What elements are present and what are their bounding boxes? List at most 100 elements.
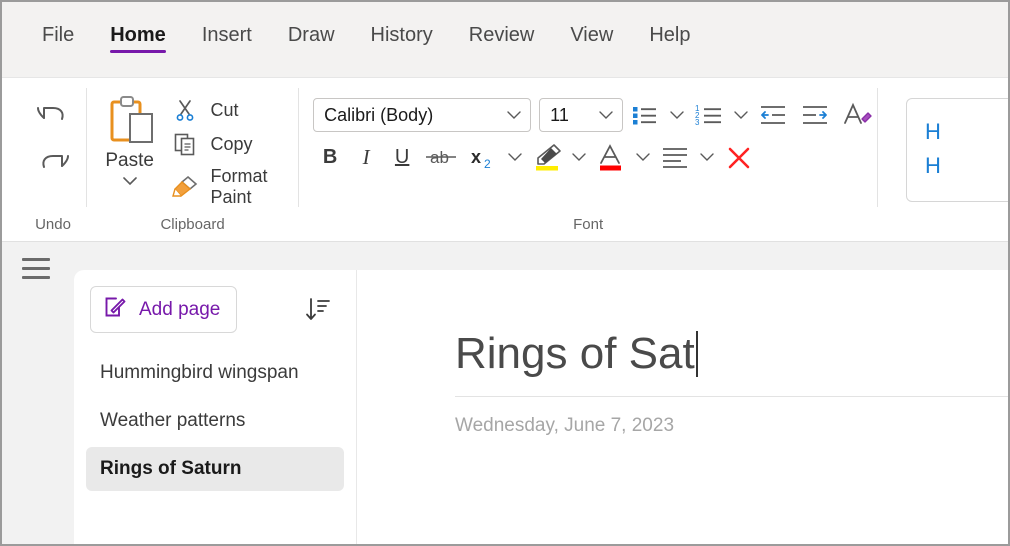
cut-button[interactable]: Cut <box>172 98 298 122</box>
group-label-clipboard: Clipboard <box>160 216 225 233</box>
edit-page-icon <box>103 295 127 324</box>
copy-button[interactable]: Copy <box>172 132 298 156</box>
style-item-heading2[interactable]: H <box>925 149 1008 183</box>
increase-indent-icon <box>803 106 828 124</box>
style-item-heading1[interactable]: H <box>925 115 1008 149</box>
chevron-down-icon <box>734 111 748 119</box>
chevron-down-icon <box>122 177 137 186</box>
align-button[interactable] <box>655 140 695 174</box>
tab-view[interactable]: View <box>552 2 631 55</box>
page-list-item-weather-patterns[interactable]: Weather patterns <box>86 399 344 443</box>
numbered-list-button[interactable]: 1 2 3 <box>689 98 729 132</box>
subscript-dropdown[interactable] <box>505 140 525 174</box>
chevron-down-icon <box>508 153 522 161</box>
workspace: Add page Hummingbird wingspan Weather pa… <box>2 242 1008 544</box>
tab-label: Home <box>110 24 166 46</box>
sort-descending-icon <box>306 297 330 320</box>
redo-button[interactable] <box>32 142 74 184</box>
highlight-button[interactable] <box>527 140 567 174</box>
tab-label: View <box>570 24 614 46</box>
hamburger-icon-line <box>22 276 50 279</box>
sort-pages-button[interactable] <box>300 292 336 328</box>
decrease-indent-icon <box>761 106 786 124</box>
hamburger-icon-line <box>22 258 50 261</box>
tab-help[interactable]: Help <box>631 2 708 55</box>
navigation-menu-button[interactable] <box>22 258 50 279</box>
note-date: Wednesday, June 7, 2023 <box>455 415 675 437</box>
tab-label: File <box>42 24 75 46</box>
tab-history[interactable]: History <box>353 2 451 55</box>
align-left-icon <box>663 148 688 168</box>
page-list-header: Add page <box>86 286 344 333</box>
copy-icon <box>172 132 198 156</box>
tab-label: Insert <box>201 24 252 46</box>
bold-button[interactable]: B <box>313 140 347 174</box>
note-canvas[interactable]: Rings of Sat Wednesday, June 7, 2023 <box>357 270 1008 544</box>
undo-icon <box>36 107 64 120</box>
ribbon-group-undo: Undo <box>20 78 86 241</box>
font-color-icon <box>600 144 622 171</box>
chevron-down-icon <box>598 110 622 120</box>
clear-formatting-icon <box>844 102 872 124</box>
chevron-down-icon <box>670 111 684 119</box>
page-list-item-rings-of-saturn[interactable]: Rings of Saturn <box>86 447 344 491</box>
subscript-icon: x 2 <box>471 147 491 170</box>
ribbon-group-styles: H H <box>888 78 1008 241</box>
ribbon-tabbar: File Home Insert Draw History Review Vie… <box>2 2 1008 77</box>
format-painter-label: Format Paint <box>210 166 268 207</box>
ribbon-body: Undo Paste Cut Copy Format Paint Clipboa… <box>2 77 1008 242</box>
numbered-list-dropdown[interactable] <box>731 98 751 132</box>
font-color-button[interactable] <box>591 140 631 174</box>
scissors-icon <box>172 98 198 122</box>
tab-file[interactable]: File <box>24 2 92 55</box>
font-name-select[interactable]: Calibri (Body) <box>313 98 532 132</box>
paste-dropdown[interactable] <box>120 174 140 193</box>
add-page-button[interactable]: Add page <box>90 286 238 333</box>
styles-gallery[interactable]: H H <box>906 98 1008 202</box>
redo-icon <box>42 155 69 168</box>
italic-label: I <box>362 144 370 169</box>
close-x-icon <box>728 147 750 169</box>
tab-label: Help <box>649 24 691 46</box>
paste-button[interactable]: Paste <box>87 84 173 193</box>
ribbon-group-clipboard: Paste Cut Copy Format Paint Clipboard <box>87 78 298 241</box>
italic-button[interactable]: I <box>349 140 383 174</box>
decrease-indent-button[interactable] <box>753 98 793 132</box>
clear-formatting-button[interactable] <box>837 98 877 132</box>
group-label-font: Font <box>573 216 604 233</box>
title-divider <box>455 396 1008 398</box>
font-size-select[interactable]: 11 <box>539 98 624 132</box>
page-list-panel: Add page Hummingbird wingspan Weather pa… <box>74 270 357 544</box>
tab-review[interactable]: Review <box>451 2 553 55</box>
note-title-input[interactable]: Rings of Sat <box>455 329 698 378</box>
undo-button[interactable] <box>32 94 74 136</box>
page-list: Hummingbird wingspan Weather patterns Ri… <box>86 351 344 491</box>
tab-home[interactable]: Home <box>92 2 184 55</box>
chevron-down-icon <box>506 110 530 120</box>
tab-draw[interactable]: Draw <box>270 2 353 55</box>
align-dropdown[interactable] <box>697 140 717 174</box>
underline-button[interactable]: U <box>385 140 419 174</box>
tab-label: Draw <box>287 24 335 46</box>
add-page-label: Add page <box>139 298 221 320</box>
strikethrough-button[interactable]: ab <box>421 140 461 174</box>
subscript-button[interactable]: x 2 <box>463 140 503 174</box>
group-divider <box>877 88 878 207</box>
copy-label: Copy <box>210 133 253 154</box>
highlight-dropdown[interactable] <box>569 140 589 174</box>
tab-insert[interactable]: Insert <box>184 2 270 55</box>
clear-all-formatting-button[interactable] <box>719 140 759 174</box>
paste-label: Paste <box>105 150 154 171</box>
font-size-value: 11 <box>550 104 569 125</box>
chevron-down-icon <box>572 153 586 161</box>
svg-text:3: 3 <box>695 118 700 127</box>
bullet-list-dropdown[interactable] <box>667 98 687 132</box>
highlighter-icon <box>536 144 561 171</box>
page-list-item-hummingbird-wingspan[interactable]: Hummingbird wingspan <box>86 351 344 395</box>
format-painter-button[interactable]: Format Paint <box>172 166 298 208</box>
increase-indent-button[interactable] <box>795 98 835 132</box>
bullet-list-button[interactable] <box>625 98 665 132</box>
tab-label: Review <box>468 24 535 46</box>
font-color-dropdown[interactable] <box>633 140 653 174</box>
cut-label: Cut <box>210 99 239 120</box>
